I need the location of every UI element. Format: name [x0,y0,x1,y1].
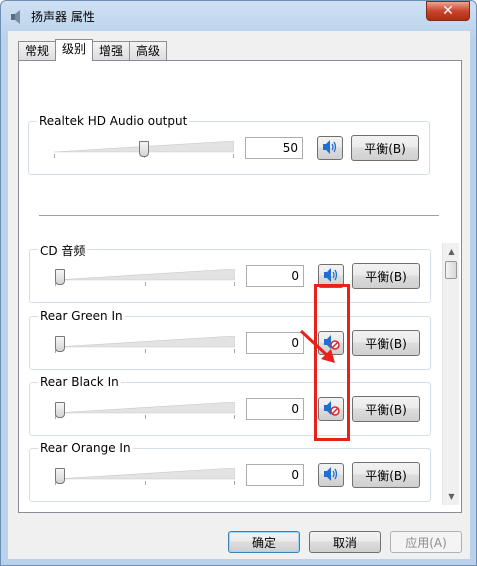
cancel-button[interactable]: 取消 [309,531,381,553]
channel-group-rear-orange: Rear Orange In 0 平衡(B) [29,441,431,502]
slider-track [55,402,235,414]
channel-group-rear-green: Rear Green In 0 平衡(B) [29,309,431,370]
levels-scrollbar[interactable]: ▲ ▼ [442,243,459,505]
tab-levels[interactable]: 级别 [55,39,94,61]
speaker-icon [322,267,340,286]
channel-label: Rear Orange In [38,441,133,455]
close-button[interactable]: ✕ [426,1,470,21]
slider-tick [145,282,146,286]
slider-thumb[interactable] [55,336,65,352]
speaker-icon [321,139,339,158]
rear-green-balance-button[interactable]: 平衡(B) [352,330,420,356]
rear-black-volume-slider[interactable] [55,400,235,419]
channel-label: Rear Black In [38,375,121,389]
rear-orange-mute-button[interactable] [318,463,344,487]
tab-advanced[interactable]: 高级 [129,41,168,61]
slider-thumb[interactable] [55,468,65,484]
cd-balance-button[interactable]: 平衡(B) [352,263,420,289]
speaker-title-icon [9,9,25,25]
slider-tick [233,154,234,158]
slider-tick [234,349,235,353]
tab-enhancements[interactable]: 增强 [92,41,131,61]
channel-group-rear-black: Rear Black In 0 平衡(B) [29,375,431,436]
rear-black-value-field[interactable]: 0 [246,398,304,420]
slider-tick [54,154,55,158]
speaker-icon [322,466,340,485]
master-mute-button[interactable] [317,136,343,160]
master-label: Realtek HD Audio output [37,114,190,128]
tab-strip: 常规 级别 增强 高级 [18,39,168,61]
master-value-field[interactable]: 50 [245,137,303,159]
cd-volume-slider[interactable] [55,267,235,286]
levels-panel: Realtek HD Audio output 50 平衡(B) CD 音频 0… [18,60,462,513]
channel-label: CD 音频 [38,242,88,259]
scroll-down-arrow-icon[interactable]: ▼ [443,488,460,505]
slider-tick [234,415,235,419]
apply-button[interactable]: 应用(A) [390,531,462,553]
master-balance-button[interactable]: 平衡(B) [351,135,419,161]
slider-thumb[interactable] [139,141,149,157]
ok-button[interactable]: 确定 [228,531,300,553]
window-title: 扬声器 属性 [31,10,95,24]
channel-group-cd: CD 音频 0 平衡(B) [29,242,431,303]
scroll-thumb[interactable] [445,261,457,279]
scroll-up-arrow-icon[interactable]: ▲ [443,243,460,260]
slider-tick [145,349,146,353]
title-bar[interactable]: 扬声器 属性 ✕ [1,1,476,31]
slider-tick [145,415,146,419]
rear-orange-value-field[interactable]: 0 [246,464,304,486]
slider-track [55,269,235,281]
cd-value-field[interactable]: 0 [246,265,304,287]
separator [39,215,439,217]
rear-orange-volume-slider[interactable] [55,466,235,485]
rear-black-balance-button[interactable]: 平衡(B) [352,396,420,422]
channel-label: Rear Green In [38,309,125,323]
rear-green-value-field[interactable]: 0 [246,332,304,354]
rear-orange-balance-button[interactable]: 平衡(B) [352,462,420,488]
slider-thumb[interactable] [55,269,65,285]
slider-track [55,336,235,348]
master-group: Realtek HD Audio output 50 平衡(B) [28,114,430,175]
properties-window: 扬声器 属性 ✕ 常规 级别 增强 高级 Realtek HD Audio ou… [0,0,477,566]
annotation-arrow-icon [299,329,335,363]
slider-tick [234,481,235,485]
slider-tick [145,481,146,485]
tab-general[interactable]: 常规 [18,41,57,61]
master-volume-slider[interactable] [54,139,234,158]
dialog-body: 常规 级别 增强 高级 Realtek HD Audio output 50 平… [8,31,470,559]
slider-tick [234,282,235,286]
slider-track [55,468,235,480]
rear-green-volume-slider[interactable] [55,334,235,353]
slider-thumb[interactable] [55,402,65,418]
